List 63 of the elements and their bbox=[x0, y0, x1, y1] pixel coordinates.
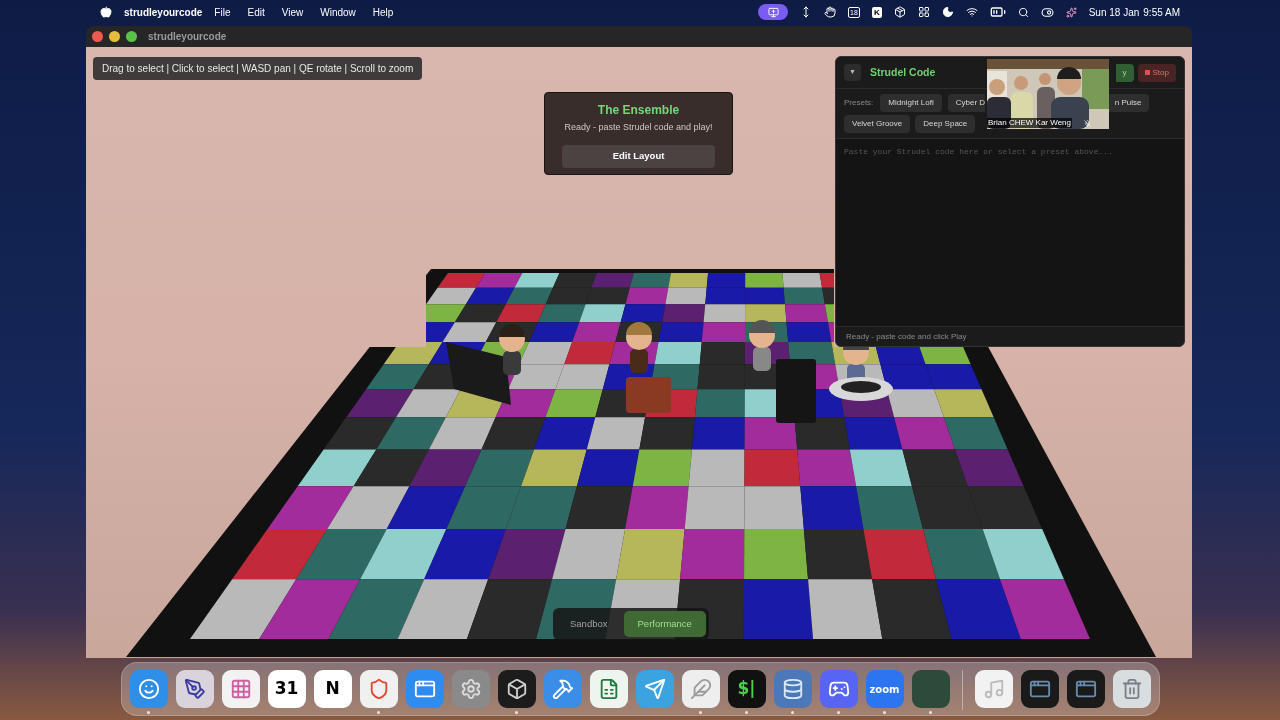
controls-hint: Drag to select | Click to select | WASD pan | QE rotate | Scroll to zoom bbox=[93, 57, 423, 80]
app-menu[interactable]: strudleyourcode bbox=[124, 4, 203, 20]
menu-item[interactable]: Edit bbox=[247, 4, 265, 20]
layout-icon[interactable] bbox=[917, 6, 930, 18]
feather-app-icon[interactable] bbox=[681, 670, 720, 708]
window-title: strudleyourcode bbox=[148, 30, 227, 44]
battery-icon[interactable] bbox=[989, 4, 1006, 20]
hand-icon[interactable] bbox=[824, 6, 837, 18]
search-icon[interactable] bbox=[1017, 6, 1029, 18]
music-note-icon[interactable] bbox=[974, 670, 1013, 708]
menu-item[interactable]: File bbox=[214, 4, 231, 20]
mode-tab[interactable]: Performance bbox=[623, 611, 706, 637]
edit-layout-button[interactable]: Edit Layout bbox=[562, 144, 715, 168]
muted-mic-icon bbox=[1084, 120, 1091, 127]
apple-icon[interactable] bbox=[100, 6, 112, 18]
panel-status: Ready - paste code and click Play bbox=[846, 330, 967, 343]
wifi-icon[interactable] bbox=[965, 6, 978, 18]
cube-app-icon[interactable] bbox=[497, 670, 536, 708]
terminal-app-icon[interactable]: $| bbox=[727, 670, 766, 708]
panel-title: Strudel Code bbox=[870, 64, 936, 80]
jar-app-icon[interactable] bbox=[773, 670, 812, 708]
preset-button[interactable]: Velvet Groove bbox=[844, 115, 911, 133]
window-thumbnail-icon[interactable] bbox=[1020, 670, 1059, 708]
menu-item[interactable]: Window bbox=[320, 4, 356, 20]
stop-button[interactable]: Stop bbox=[1137, 63, 1176, 82]
hammer-app-icon[interactable] bbox=[543, 670, 582, 708]
pen-app-icon[interactable] bbox=[175, 670, 214, 708]
trash-icon[interactable] bbox=[1112, 670, 1151, 708]
mode-tab[interactable]: Sandbox bbox=[556, 611, 622, 637]
video-app-icon[interactable]: zoom bbox=[865, 670, 904, 708]
blank-app-icon[interactable] bbox=[911, 670, 950, 708]
calendar-app-icon[interactable]: 31 bbox=[267, 670, 306, 708]
control-center-icon[interactable] bbox=[1040, 5, 1054, 19]
stop-square-icon bbox=[1144, 70, 1150, 75]
preset-button[interactable]: n Pulse bbox=[1106, 94, 1150, 112]
controller-app-icon[interactable] bbox=[819, 670, 858, 708]
paper-plane-app-icon[interactable] bbox=[635, 670, 674, 708]
smiley-app-icon[interactable] bbox=[129, 670, 168, 708]
sparkle-icon[interactable] bbox=[1065, 6, 1077, 18]
presets-label: Presets: bbox=[844, 97, 874, 109]
ensemble-title: The Ensemble bbox=[597, 102, 680, 119]
spreadsheet-app-icon[interactable] bbox=[589, 670, 628, 708]
participant-name: Brian CHEW Kar Weng bbox=[987, 118, 1072, 128]
preset-button[interactable]: Deep Space bbox=[915, 115, 976, 133]
window-thumbnail-icon[interactable] bbox=[1066, 670, 1105, 708]
grid-app-icon[interactable] bbox=[221, 670, 260, 708]
ensemble-status: Ready - paste Strudel code and play! bbox=[564, 121, 713, 134]
preset-button[interactable]: Midnight Lofi bbox=[880, 94, 942, 112]
moon-icon[interactable] bbox=[941, 6, 954, 18]
letter-icon[interactable]: K bbox=[871, 6, 882, 18]
menu-item[interactable]: Help bbox=[372, 4, 394, 20]
letter-app-icon[interactable]: N bbox=[313, 670, 352, 708]
preset-button[interactable]: Cyber D bbox=[947, 94, 985, 112]
menu-bar-time: 9:55 AM bbox=[1143, 5, 1180, 20]
menu-item[interactable]: View bbox=[281, 4, 304, 20]
zoom-button[interactable] bbox=[126, 31, 137, 42]
screen-share-icon[interactable] bbox=[758, 4, 789, 20]
box-icon[interactable] bbox=[893, 6, 906, 18]
minimize-button[interactable] bbox=[109, 31, 120, 42]
settings-icon[interactable] bbox=[451, 670, 490, 708]
menu-bar-date: Sun 18 Jan bbox=[1088, 5, 1140, 20]
close-button[interactable] bbox=[92, 31, 103, 42]
play-button[interactable]: y bbox=[1115, 63, 1134, 82]
